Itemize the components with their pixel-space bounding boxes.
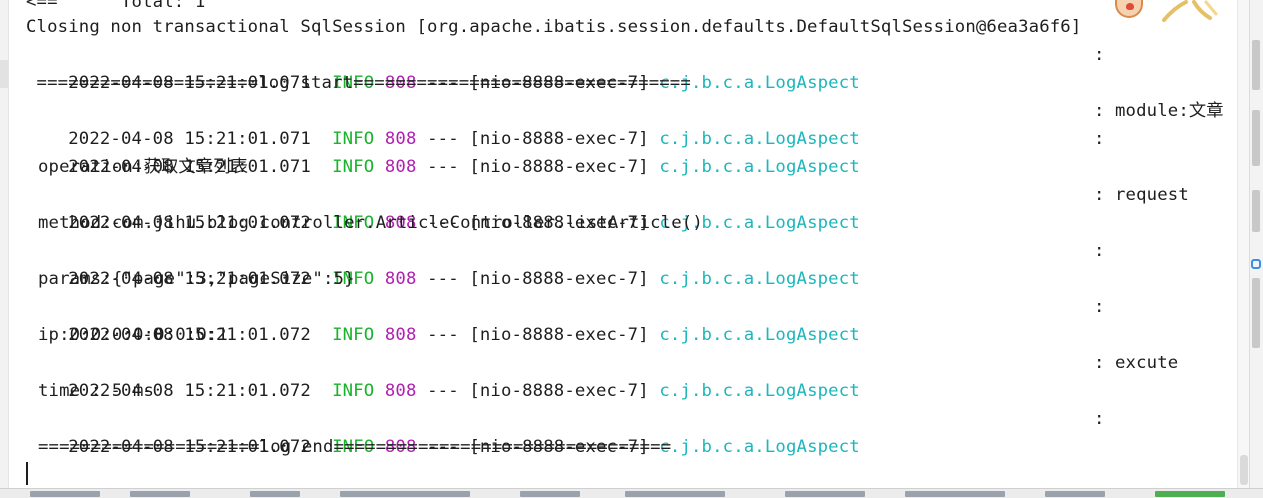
log-line-tail: : (0, 41, 1237, 69)
bottom-tool-tab[interactable] (905, 491, 1005, 497)
log-continuation: params:{"page":3,"pageSize":5} (38, 269, 355, 289)
log-line-tail: : request (0, 181, 1237, 209)
bottom-tool-tab[interactable] (30, 491, 100, 497)
log-line-tail: : (0, 405, 1237, 433)
console-output[interactable]: <== Total: 1 Closing non transactional S… (0, 0, 1237, 488)
log-logger[interactable]: c.j.b.c.a.LogAspect (659, 269, 860, 289)
log-message: request (1115, 185, 1189, 205)
tool-window-icon[interactable] (1251, 259, 1261, 269)
log-separator: --- (427, 269, 459, 289)
log-colon: : (1094, 45, 1105, 65)
log-colon: : (1094, 129, 1105, 149)
bottom-tool-tab[interactable] (340, 491, 470, 497)
log-line-tail: : (0, 293, 1237, 321)
log-pid: 808 (384, 269, 417, 289)
log-continuation: time : 5 ms (38, 381, 155, 401)
console-line: Closing non transactional SqlSession [or… (26, 13, 1081, 41)
log-continuation: =====================log end============… (38, 437, 672, 457)
log-thread: [nio-8888-exec-7] (469, 381, 649, 401)
log-line-tail: : excute (0, 349, 1237, 377)
log-level: INFO (332, 381, 375, 401)
bottom-tool-tab[interactable] (785, 491, 865, 497)
log-colon: : (1094, 101, 1105, 121)
log-thread: [nio-8888-exec-7] (469, 325, 649, 345)
bottom-tool-tab[interactable] (625, 491, 725, 497)
log-colon: : (1094, 185, 1105, 205)
closing-session-line: Closing non transactional SqlSession [or… (26, 17, 1082, 37)
log-continuation: operation:获取文章列表 (38, 157, 249, 177)
mascot-shirt-icon (1126, 3, 1134, 10)
log-separator: --- (427, 381, 459, 401)
log-level: INFO (332, 157, 375, 177)
log-line-tail: : (0, 125, 1237, 153)
log-level: INFO (332, 325, 375, 345)
bottom-tool-tab[interactable] (130, 491, 190, 497)
log-logger[interactable]: c.j.b.c.a.LogAspect (659, 381, 860, 401)
log-pid: 808 (384, 381, 417, 401)
log-logger[interactable]: c.j.b.c.a.LogAspect (659, 157, 860, 177)
scrollbar-thumb[interactable] (1240, 455, 1248, 485)
log-logger[interactable]: c.j.b.c.a.LogAspect (659, 325, 860, 345)
total-line: <== Total: 1 (26, 0, 206, 12)
log-line-tail: : module:文章 (0, 97, 1237, 125)
log-logger[interactable]: c.j.b.c.a.LogAspect (659, 437, 860, 457)
bottom-tool-tab[interactable] (250, 491, 300, 497)
log-colon: : (1094, 241, 1105, 261)
bottom-tool-tab[interactable] (1155, 491, 1225, 497)
log-message: excute (1115, 353, 1179, 373)
log-continuation: ip:0:0:0:0:0:0:0:1 (38, 325, 228, 345)
log-separator: --- (427, 325, 459, 345)
side-tool-tab[interactable] (1252, 40, 1260, 90)
mascot-avatar-icon (1115, 0, 1143, 18)
mascot-figure-icon (1162, 0, 1218, 22)
bottom-tool-tab[interactable] (1045, 491, 1105, 497)
log-message: module:文章 (1115, 101, 1224, 121)
log-thread: [nio-8888-exec-7] (469, 157, 649, 177)
log-colon: : (1094, 409, 1105, 429)
log-continuation: =====================log start==========… (26, 73, 691, 93)
log-pid: 808 (384, 157, 417, 177)
bottom-tool-tab[interactable] (520, 491, 580, 497)
log-thread: [nio-8888-exec-7] (469, 269, 649, 289)
side-tool-tab[interactable] (1252, 278, 1260, 348)
log-line-tail: : (0, 237, 1237, 265)
side-tool-tab[interactable] (1252, 190, 1260, 232)
side-tool-tab[interactable] (1252, 110, 1260, 166)
log-continuation: method:com.jihu.blog.controller.ArticleC… (38, 213, 703, 233)
log-colon: : (1094, 297, 1105, 317)
log-separator: --- (427, 157, 459, 177)
text-cursor[interactable] (26, 462, 28, 485)
log-colon: : (1094, 353, 1105, 373)
log-pid: 808 (384, 325, 417, 345)
